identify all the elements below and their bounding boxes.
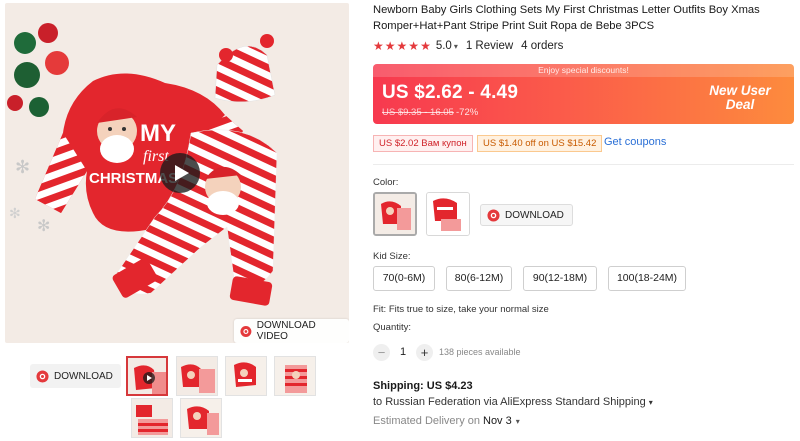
rating-value[interactable]: 5.0 — [436, 40, 452, 52]
download-icon — [36, 369, 49, 383]
discount-percent: -72% — [456, 107, 479, 118]
estimated-delivery: Estimated Delivery on Nov 3 ▾ — [373, 415, 520, 427]
thumbnail-5[interactable] — [131, 398, 173, 438]
fit-info: Fit: Fits true to size, take your normal… — [373, 304, 549, 315]
shipping-cost: Shipping: US $4.23 — [373, 380, 473, 392]
original-price: US $9.35 - 16.05 — [382, 107, 454, 118]
rating-row: ★ ★ ★ ★ ★ 5.0 ▾ 1 Review 4 orders — [373, 38, 563, 54]
kid-size-label: Kid Size: — [373, 251, 411, 262]
thumbnail-2[interactable] — [176, 356, 218, 396]
play-video-button[interactable] — [160, 153, 200, 193]
price-banner: Enjoy special discounts! US $2.62 - 4.49… — [373, 64, 794, 124]
quantity-stepper: − 1 + 138 pieces available — [373, 343, 521, 361]
download-video-label: DOWNLOAD VIDEO — [256, 320, 316, 342]
color-option-2[interactable] — [426, 192, 470, 236]
color-download-label: DOWNLOAD — [505, 209, 564, 221]
delivery-label: Estimated Delivery on — [373, 415, 480, 427]
quantity-decrease-button[interactable]: − — [373, 343, 390, 361]
color-option-1[interactable] — [373, 192, 417, 236]
coupon-ruble[interactable]: US $2.02 Вам купон — [373, 135, 473, 152]
size-option-90[interactable]: 90(12-18M) — [523, 266, 597, 291]
thumbnail-image — [132, 399, 172, 437]
get-coupons-link[interactable]: Get coupons — [604, 136, 666, 148]
svg-text:✻: ✻ — [15, 157, 30, 177]
quantity-label: Quantity: — [373, 322, 412, 333]
new-user-deal-badge: New User Deal — [709, 83, 771, 112]
shipping-route-text: to Russian Federation via AliExpress Sta… — [373, 396, 646, 408]
thumbnail-4[interactable] — [274, 356, 316, 396]
star-icon: ★ — [396, 39, 408, 53]
quantity-value[interactable]: 1 — [392, 346, 414, 358]
quantity-increase-button[interactable]: + — [416, 343, 433, 361]
orders-count: 4 orders — [521, 40, 564, 52]
color-label: Color: — [373, 177, 399, 188]
play-icon — [175, 165, 189, 181]
rating-stars: ★ ★ ★ ★ ★ — [373, 40, 431, 52]
thumbnail-6[interactable] — [180, 398, 222, 438]
reviews-link[interactable]: 1 Review — [466, 40, 513, 52]
thumbnail-image — [275, 357, 315, 395]
promo-banner-text: Enjoy special discounts! — [373, 64, 794, 77]
download-icon — [487, 208, 500, 222]
star-icon: ★ — [384, 39, 396, 53]
romper-text-my: MY — [140, 120, 176, 147]
color-swatch-image — [375, 194, 415, 234]
thumbnail-image — [177, 357, 217, 395]
thumbnail-3[interactable] — [225, 356, 267, 396]
color-download-button[interactable]: DOWNLOAD — [480, 204, 573, 226]
shipping-route[interactable]: to Russian Federation via AliExpress Sta… — [373, 396, 653, 408]
chevron-down-icon[interactable]: ▾ — [649, 398, 653, 407]
main-product-image[interactable]: ✻ ✻ ✻ MY first CHRISTMAS DOWNLOAD VIDEO — [5, 3, 349, 343]
thumbnail-image — [181, 399, 221, 437]
thumbnail-image — [226, 357, 266, 395]
star-icon: ★ — [420, 39, 431, 53]
chevron-down-icon[interactable]: ▾ — [454, 42, 458, 51]
star-icon: ★ — [408, 39, 420, 53]
size-option-80[interactable]: 80(6-12M) — [446, 266, 512, 291]
divider — [373, 164, 794, 165]
product-title: Newborn Baby Girls Clothing Sets My Firs… — [373, 4, 760, 32]
gallery-download-button[interactable]: DOWNLOAD — [30, 364, 121, 388]
svg-text:✻: ✻ — [9, 205, 21, 221]
download-video-button[interactable]: DOWNLOAD VIDEO — [234, 319, 349, 343]
coupon-store[interactable]: US $1.40 off on US $15.42 — [477, 135, 603, 152]
thumbnail-image — [128, 358, 166, 394]
chevron-down-icon[interactable]: ▾ — [516, 417, 520, 426]
thumbnail-1[interactable] — [126, 356, 168, 396]
star-icon: ★ — [373, 39, 384, 53]
svg-text:✻: ✻ — [37, 218, 50, 235]
gallery-download-label: DOWNLOAD — [54, 370, 113, 382]
size-option-70[interactable]: 70(0-6M) — [373, 266, 435, 291]
download-icon — [240, 325, 252, 337]
color-swatch-image — [427, 193, 469, 235]
size-option-100[interactable]: 100(18-24M) — [608, 266, 686, 291]
available-pieces: 138 pieces available — [439, 347, 521, 357]
current-price: US $2.62 - 4.49 — [382, 82, 519, 103]
delivery-date: Nov 3 — [483, 415, 512, 427]
